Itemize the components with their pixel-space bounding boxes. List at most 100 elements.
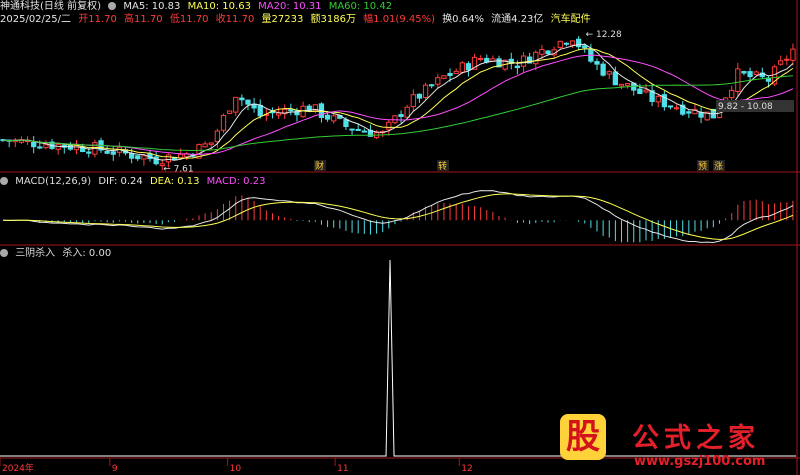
candle-up xyxy=(729,89,735,99)
quote-high: 高11.70 xyxy=(124,14,163,25)
macd-header: MACD(12,26,9) DIF: 0.24 DEA: 0.13 MACD: … xyxy=(0,175,269,188)
x-tick-label: 2024年 xyxy=(2,462,34,474)
candle-down xyxy=(153,156,159,165)
candle-up xyxy=(392,115,398,124)
candle-down xyxy=(398,114,404,117)
panel-dividers xyxy=(0,0,800,475)
candle-down xyxy=(361,130,367,133)
dea-line xyxy=(3,193,794,240)
macd-value-label: MACD: 0.23 xyxy=(206,176,266,187)
candle-up xyxy=(220,114,227,131)
indicator-title: 三阴杀入 xyxy=(15,248,56,259)
candle-up xyxy=(404,106,410,118)
candle-down xyxy=(343,119,349,127)
x-tick-label: 9 xyxy=(112,464,118,474)
x-tick-label: 11 xyxy=(337,464,348,474)
ma10-line xyxy=(3,48,794,159)
candle-up xyxy=(422,84,429,99)
candle-up xyxy=(43,144,49,149)
candle-up xyxy=(453,70,459,74)
candle-down xyxy=(245,99,251,105)
logo-name: 公式之家 xyxy=(632,423,760,454)
logo-url: www.gszj100.com xyxy=(634,454,766,469)
candle-up xyxy=(410,94,416,108)
candle-down xyxy=(600,63,606,76)
candle-up xyxy=(386,121,392,130)
quote-sector: 汽车配件 xyxy=(550,14,591,25)
candle-down xyxy=(514,65,521,69)
indicator-value: 杀入: 0.00 xyxy=(62,248,112,259)
candle-down xyxy=(257,104,263,117)
candle-down xyxy=(31,141,37,148)
candle-up xyxy=(331,115,337,122)
ma10-label: MA10: 10.63 xyxy=(187,1,251,12)
candle-up xyxy=(478,57,484,60)
candle-down xyxy=(594,61,600,65)
moving-average-lines xyxy=(3,43,794,161)
candle-up xyxy=(214,130,221,143)
candle-down xyxy=(349,128,355,131)
candle-down xyxy=(545,50,551,55)
candle-up xyxy=(557,40,563,48)
candle-down xyxy=(747,71,753,78)
candle-down xyxy=(135,155,141,160)
candle-up xyxy=(226,110,233,114)
eye-icon[interactable] xyxy=(108,2,117,10)
candle-down xyxy=(86,151,92,154)
candle-down xyxy=(324,114,331,120)
low-price-label: ← 7.61 xyxy=(163,165,193,175)
x-tick-label: 10 xyxy=(230,464,242,474)
candle-down xyxy=(110,151,116,155)
candle-up xyxy=(618,83,625,87)
candle-up xyxy=(520,55,527,67)
candle-up xyxy=(624,82,631,86)
quote-date: 2025/02/25/二 xyxy=(0,14,72,25)
candle-down xyxy=(637,88,643,95)
candle-down xyxy=(37,146,43,149)
candle-up xyxy=(202,143,208,148)
chart-canvas: ← 12.28 ← 7.61 9.82 - 10.08 财 转 预涨 2024年 9 10 11… xyxy=(0,0,800,475)
candle-down xyxy=(416,93,423,99)
eye-icon[interactable] xyxy=(0,249,8,257)
candle-down xyxy=(741,71,747,74)
ma5-line xyxy=(3,43,794,161)
candle-up xyxy=(208,142,214,145)
quote-turnover: 换0.64% xyxy=(442,14,484,25)
quote-header: 2025/02/25/二 开11.70 高11.70 低11.70 收11.70… xyxy=(0,13,595,26)
quote-volume: 量27233 xyxy=(261,14,304,25)
ma20-line xyxy=(3,54,794,155)
candle-up xyxy=(673,107,680,110)
logo-badge: 股 xyxy=(560,414,606,460)
candle-down xyxy=(429,84,435,87)
indicator-header: 三阴杀入 杀入: 0.00 xyxy=(0,247,115,260)
candle-down xyxy=(239,97,245,101)
quote-open: 开11.70 xyxy=(78,14,117,25)
candle-down xyxy=(447,72,453,76)
candle-up xyxy=(233,96,239,113)
high-price-label: ← 12.28 xyxy=(586,30,622,40)
candle-down xyxy=(582,45,588,49)
ma60-label: MA60: 10.42 xyxy=(328,1,393,12)
candle-up xyxy=(539,49,545,55)
x-axis: 2024年 9 10 11 12 xyxy=(0,458,473,474)
quote-amount: 额3186万 xyxy=(310,14,356,25)
candle-up xyxy=(141,155,147,160)
quote-change: 幅1.01(9.45%) xyxy=(363,14,435,25)
eye-icon[interactable] xyxy=(0,177,8,185)
dif-line xyxy=(3,190,794,244)
candle-down xyxy=(104,150,110,154)
candle-up xyxy=(441,75,447,79)
macd-title: MACD(12,26,9) xyxy=(15,176,92,187)
candle-up xyxy=(606,71,612,75)
macd-panel[interactable] xyxy=(3,190,794,244)
candle-up xyxy=(655,95,661,103)
quote-low: 低11.70 xyxy=(169,14,209,25)
dea-label: DEA: 0.13 xyxy=(149,176,200,187)
quote-close: 收11.70 xyxy=(215,14,255,25)
event-marker: 涨 xyxy=(714,161,723,172)
quote-float: 流通4.23亿 xyxy=(491,14,544,25)
candle-up xyxy=(533,51,539,65)
dif-label: DIF: 0.24 xyxy=(98,176,143,187)
candle-down xyxy=(612,71,619,86)
candle-up xyxy=(165,154,172,163)
